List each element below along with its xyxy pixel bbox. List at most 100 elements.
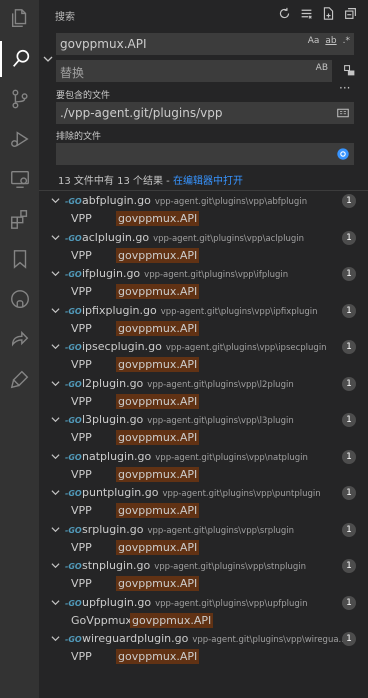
- file-path-text: vpp-agent.git\plugins\vpp\abfplugin: [154, 197, 308, 207]
- result-file-row[interactable]: -GO natplugin.go vpp-agent.git\plugins\vpp…: [39, 448, 368, 466]
- result-file-row[interactable]: -GO ipsecplugin.go vpp-agent.git\plugins\v…: [39, 338, 368, 356]
- result-match-row[interactable]: VPP govppmux.API: [39, 393, 368, 412]
- file-path-text: vpp-agent.git\plugins\vpp\natplugin: [155, 452, 308, 463]
- file-name-text: l2plugin.go: [82, 376, 144, 390]
- bookmarks-icon[interactable]: [0, 241, 39, 277]
- include-files-input[interactable]: ./vpp-agent.git/plugins/vpp: [56, 102, 354, 124]
- result-file-row[interactable]: -GO abfplugin.go vpp-agent.git\plugins\vpp…: [39, 192, 368, 210]
- go-file-icon: -GO: [65, 379, 82, 389]
- chevron-down-icon[interactable]: [51, 196, 60, 205]
- chevron-down-icon[interactable]: [51, 233, 60, 242]
- match-count-badge: 1: [342, 267, 356, 281]
- use-exclude-settings-icon[interactable]: [336, 147, 350, 161]
- result-file-name: l2plugin.go vpp-agent.git\plugins\vpp\l2p…: [82, 377, 294, 390]
- activity-bar: [0, 0, 39, 698]
- result-file-row[interactable]: -GO puntplugin.go vpp-agent.git\plugins\vp…: [39, 484, 368, 502]
- result-match-row[interactable]: VPP govppmux.API: [39, 429, 368, 448]
- match-prefix: VPP: [71, 504, 92, 517]
- file-path-text: vpp-agent.git\plugins\vpp\srplugin: [147, 525, 295, 536]
- result-match-row[interactable]: GoVppmux govppmux.API: [39, 612, 368, 631]
- result-file-row[interactable]: -GO upfplugin.go vpp-agent.git\plugins\vpp…: [39, 594, 368, 612]
- more-options-icon[interactable]: ···: [339, 81, 350, 95]
- clear-results-icon[interactable]: [298, 5, 314, 21]
- file-name-text: wireguardplugin.go: [82, 632, 189, 645]
- tools-icon[interactable]: [0, 361, 39, 397]
- regex-icon[interactable]: .*: [343, 36, 350, 46]
- refresh-icon[interactable]: [276, 5, 292, 21]
- results-summary-text: 13 文件中有 13 个结果 -: [58, 176, 173, 187]
- search-icon[interactable]: [0, 41, 39, 77]
- result-match-row[interactable]: VPP govppmux.API: [39, 283, 368, 302]
- remote-explorer-icon[interactable]: [0, 161, 39, 197]
- result-match-row[interactable]: VPP govppmux.API: [39, 466, 368, 485]
- result-file-row[interactable]: -GO ifplugin.go vpp-agent.git\plugins\vpp\…: [39, 265, 368, 283]
- match-prefix: VPP: [71, 358, 92, 371]
- match-count-badge: 1: [342, 303, 356, 318]
- result-file-row[interactable]: -GO wireguardplugin.go vpp-agent.git\plugi…: [39, 630, 368, 648]
- scrollbar[interactable]: [360, 192, 368, 698]
- match-count-badge: 1: [342, 486, 356, 500]
- result-file-row[interactable]: -GO l3plugin.go vpp-agent.git\plugins\vpp\…: [39, 411, 368, 429]
- match-highlight: govppmux.API: [116, 320, 200, 336]
- replace-all-icon[interactable]: [343, 64, 356, 77]
- match-highlight: govppmux.API: [116, 576, 200, 591]
- result-match-row[interactable]: VPP govppmux.API: [39, 247, 368, 266]
- go-file-icon: -GO: [65, 489, 82, 498]
- result-file-name: ipsecplugin.go vpp-agent.git\plugins\vpp\…: [82, 340, 327, 353]
- match-count-badge: 1: [342, 632, 356, 646]
- result-file-row[interactable]: -GO aclplugin.go vpp-agent.git\plugins\vpp…: [39, 229, 368, 247]
- chevron-down-icon[interactable]: [51, 525, 60, 534]
- chevron-down-icon[interactable]: [51, 342, 60, 351]
- result-match-row[interactable]: VPP govppmux.API: [39, 575, 368, 594]
- whole-word-icon[interactable]: ab: [325, 36, 336, 46]
- chevron-down-icon[interactable]: [51, 306, 60, 315]
- search-options: Aa ab .*: [308, 36, 350, 46]
- match-case-icon[interactable]: Aa: [308, 36, 320, 46]
- file-path-text: vpp-agent.git\plugins\vpp\l3plugin: [147, 416, 294, 426]
- file-name-text: abfplugin.go: [82, 194, 151, 207]
- result-file-row[interactable]: -GO srplugin.go vpp-agent.git\plugins\vpp\…: [39, 521, 368, 539]
- go-file-icon: -GO: [65, 233, 82, 243]
- search-input[interactable]: govppmux.API Aa ab .*: [56, 33, 354, 55]
- replace-input[interactable]: 替换 AB: [56, 60, 332, 82]
- result-match-row[interactable]: VPP govppmux.API: [39, 648, 368, 667]
- chevron-down-icon[interactable]: [51, 415, 60, 424]
- result-file-name: upfplugin.go vpp-agent.git\plugins\vpp\up…: [82, 596, 308, 609]
- result-match-row[interactable]: VPP govppmux.API: [39, 210, 368, 229]
- toggle-replace-chevron-icon[interactable]: [43, 54, 53, 64]
- chevron-down-icon[interactable]: [51, 561, 60, 570]
- file-name-text: puntplugin.go: [82, 486, 159, 499]
- file-path-text: vpp-agent.git\plugins\vpp\aclplugin: [153, 233, 304, 244]
- chevron-down-icon[interactable]: [51, 634, 60, 643]
- chevron-down-icon[interactable]: [51, 269, 60, 278]
- exclude-files-input[interactable]: [56, 143, 354, 165]
- go-file-icon: -GO: [65, 343, 82, 352]
- chevron-down-icon[interactable]: [51, 488, 60, 497]
- replace-options: AB: [316, 63, 328, 73]
- result-file-row[interactable]: -GO l2plugin.go vpp-agent.git\plugins\vpp\…: [39, 375, 368, 393]
- match-highlight: govppmux.API: [116, 649, 200, 664]
- open-editors-only-icon[interactable]: [337, 107, 349, 119]
- result-match-row[interactable]: VPP govppmux.API: [39, 320, 368, 339]
- result-match-row[interactable]: VPP govppmux.API: [39, 539, 368, 558]
- live-share-icon[interactable]: [0, 321, 39, 357]
- extensions-icon[interactable]: [0, 201, 39, 237]
- result-file-row[interactable]: -GO ipfixplugin.go vpp-agent.git\plugins\v…: [39, 302, 368, 320]
- chevron-down-icon[interactable]: [51, 452, 60, 461]
- match-highlight: govppmux.API: [116, 211, 200, 226]
- result-match-row[interactable]: VPP govppmux.API: [39, 502, 368, 521]
- collapse-all-icon[interactable]: [342, 5, 358, 21]
- chevron-down-icon[interactable]: [51, 598, 60, 607]
- source-control-icon[interactable]: [0, 81, 39, 117]
- run-debug-icon[interactable]: [0, 121, 39, 157]
- preserve-case-icon[interactable]: AB: [316, 63, 328, 73]
- github-icon[interactable]: [0, 281, 39, 317]
- new-search-editor-icon[interactable]: [320, 5, 336, 21]
- result-file-name: srplugin.go vpp-agent.git\plugins\vpp\srp…: [82, 523, 294, 536]
- result-match-row[interactable]: VPP govppmux.API: [39, 356, 368, 375]
- files-icon[interactable]: [0, 0, 39, 36]
- open-in-editor-link[interactable]: 在编辑器中打开: [173, 176, 243, 187]
- chevron-down-icon[interactable]: [51, 379, 60, 388]
- result-file-row[interactable]: -GO stnplugin.go vpp-agent.git\plugins\vpp…: [39, 557, 368, 575]
- file-name-text: stnplugin.go: [82, 559, 151, 572]
